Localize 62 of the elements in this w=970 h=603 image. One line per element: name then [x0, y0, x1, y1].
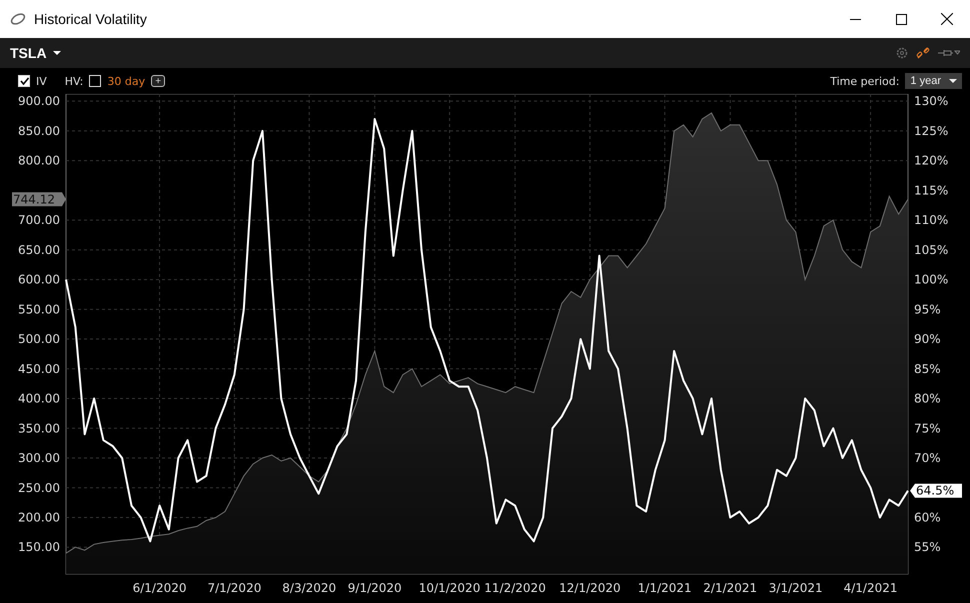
iv-checkbox[interactable]	[18, 75, 30, 87]
y2-axis-label: 110%	[914, 213, 948, 228]
y-axis-label: 150.00	[18, 540, 60, 554]
window-title: Historical Volatility	[34, 11, 148, 27]
y2-axis-label: 100%	[914, 272, 948, 287]
y2-axis-label: 75%	[914, 421, 941, 436]
y2-axis-label: 80%	[914, 392, 941, 406]
add-button[interactable]: +	[151, 75, 166, 87]
y2-axis-label: 85%	[914, 362, 941, 376]
y2-axis-label: 130%	[914, 94, 948, 108]
app-icon	[10, 12, 26, 26]
y2-axis-label: 70%	[914, 451, 941, 466]
x-axis-label: 8/3/2020	[282, 581, 336, 595]
y2-axis-label: 120%	[914, 154, 948, 168]
minimize-icon[interactable]	[850, 18, 860, 20]
price-marker: 744.12	[12, 192, 66, 206]
time-period-label: Time period:	[830, 74, 900, 88]
y-axis-label: 450.00	[18, 362, 60, 376]
time-period-dropdown[interactable]: 1 year	[905, 73, 962, 89]
y-axis-label: 550.00	[18, 302, 60, 316]
caret-icon	[949, 79, 957, 83]
y2-axis-label: 60%	[914, 510, 941, 524]
maximize-icon[interactable]	[896, 14, 906, 24]
pin-icon[interactable]	[938, 49, 960, 57]
x-axis-label: 9/1/2020	[348, 581, 402, 595]
x-axis-label: 6/1/2020	[132, 581, 186, 595]
y-axis-label: 400.00	[18, 392, 60, 406]
y2-axis-label: 55%	[914, 540, 941, 554]
x-axis-label: 12/1/2020	[559, 581, 621, 595]
y2-axis-label: 105%	[914, 242, 948, 257]
y2-axis-label: 90%	[914, 332, 941, 346]
y-axis-label: 250.00	[18, 480, 60, 495]
y-axis-label: 300.00	[18, 451, 60, 466]
hv-period-link[interactable]: 30 day	[107, 74, 146, 88]
x-axis-label: 3/1/2021	[768, 581, 823, 595]
y-axis-label: 200.00	[18, 510, 60, 524]
y-axis-label: 900.00	[18, 94, 60, 108]
link-icon[interactable]	[916, 46, 930, 60]
y-axis-label: 850.00	[18, 124, 60, 138]
iv-marker: 64.5%	[910, 484, 962, 498]
y2-axis-label: 95%	[914, 302, 941, 316]
x-axis-label: 10/1/2020	[418, 581, 480, 595]
x-axis-label: 2/1/2021	[703, 581, 758, 595]
y-axis-label: 350.00	[18, 421, 60, 436]
y-axis-label: 600.00	[18, 272, 60, 287]
symbol-dropdown[interactable]: TSLA	[10, 45, 61, 61]
y2-axis-label: 125%	[914, 124, 948, 138]
iv-label: IV	[36, 74, 47, 88]
y2-axis-label: 115%	[914, 183, 948, 198]
x-axis-label: 4/1/2021	[844, 581, 898, 595]
y-axis-label: 800.00	[18, 154, 60, 168]
y-axis-label: 650.00	[18, 242, 60, 257]
hv-label: HV:	[64, 74, 84, 88]
x-axis-label: 7/1/2020	[207, 581, 262, 595]
x-axis-label: 1/1/2021	[638, 581, 692, 595]
x-axis-label: 11/2/2020	[484, 581, 546, 595]
hv-checkbox[interactable]	[89, 75, 102, 87]
caret-icon	[52, 51, 61, 55]
close-icon[interactable]	[941, 13, 953, 25]
settings-icon[interactable]	[896, 47, 908, 59]
y-axis-label: 700.00	[18, 213, 60, 228]
y-axis-label: 500.00	[18, 332, 60, 346]
